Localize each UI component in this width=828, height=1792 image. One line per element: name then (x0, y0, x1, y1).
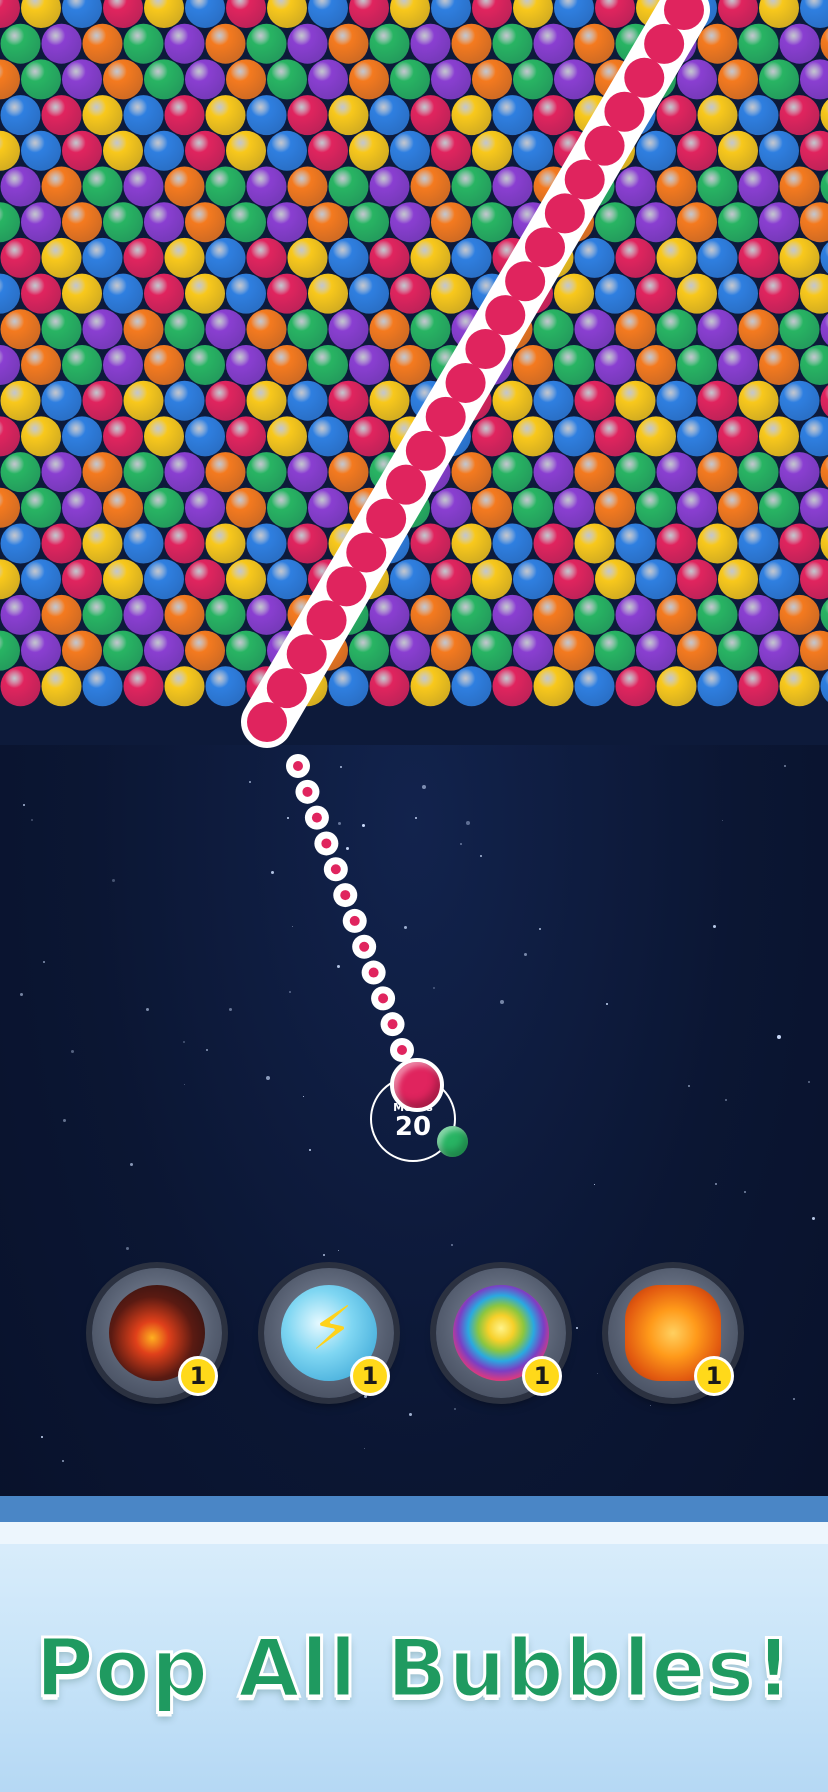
aim-dot-center (321, 838, 332, 849)
booster-count: 1 (522, 1356, 562, 1396)
aim-dot-center (349, 915, 360, 926)
aim-dot-center (302, 786, 313, 797)
star (364, 1448, 365, 1449)
booster-count: 1 (178, 1356, 218, 1396)
target-bubble (445, 362, 486, 403)
target-bubble (346, 532, 387, 573)
target-bubble (564, 159, 605, 200)
aim-dot-center (330, 864, 341, 875)
star (451, 1244, 453, 1246)
star (338, 1250, 339, 1251)
target-bubble (326, 566, 367, 607)
target-bubble (286, 634, 327, 675)
aim-dot-center (397, 1045, 407, 1055)
booster-lightning[interactable]: ⚡ 1 (264, 1268, 394, 1398)
star (454, 1408, 456, 1410)
target-bubble (247, 702, 287, 742)
booster-bomb[interactable]: 1 (92, 1268, 222, 1398)
target-bubble (306, 600, 347, 641)
star (41, 1436, 43, 1438)
star (744, 1191, 746, 1193)
star (309, 1149, 311, 1151)
aim-dot-center (368, 967, 379, 978)
star (793, 1398, 795, 1400)
star (576, 1327, 578, 1329)
star (715, 1183, 717, 1185)
target-bubble (485, 295, 526, 336)
booster-rainbow[interactable]: 1 (436, 1268, 566, 1398)
target-bubble (405, 430, 446, 471)
star (650, 1405, 651, 1406)
target-bubble (525, 227, 565, 268)
booster-fire[interactable]: 1 (608, 1268, 738, 1398)
aim-dot-center (293, 761, 303, 771)
target-bubble (624, 57, 665, 98)
target-bubble (366, 498, 407, 539)
star (409, 1413, 412, 1416)
target-bubble (584, 125, 625, 166)
aim-dot-center (340, 890, 351, 901)
banner-highlight (0, 1522, 828, 1544)
target-bubble (644, 23, 685, 64)
star (323, 1254, 325, 1256)
target-bubble (266, 668, 307, 709)
booster-count: 1 (694, 1356, 734, 1396)
star (62, 1460, 64, 1462)
star (126, 1247, 129, 1250)
aim-dot-center (378, 993, 389, 1004)
aim-trajectory (241, 0, 710, 1062)
booster-count: 1 (350, 1356, 390, 1396)
aim-dot-center (387, 1019, 398, 1030)
aim-dot-center (359, 941, 370, 952)
game-background: Moves 20 1 ⚡ 1 1 1 (0, 0, 828, 1496)
aim-dot-center (311, 812, 322, 823)
star (127, 1269, 128, 1270)
promo-headline: Pop All Bubbles! (34, 1621, 794, 1717)
target-bubble (604, 91, 645, 132)
target-bubble (425, 396, 466, 437)
next-bubble[interactable] (437, 1126, 468, 1157)
star (594, 1184, 595, 1185)
target-bubble (505, 261, 546, 302)
target-bubble (386, 464, 426, 505)
target-bubble (544, 193, 585, 234)
star (63, 1119, 66, 1122)
star (597, 1373, 598, 1374)
target-bubble (465, 329, 506, 370)
star (812, 1217, 815, 1220)
banner-stripe (0, 1496, 828, 1522)
star (130, 1163, 133, 1166)
current-bubble[interactable] (390, 1058, 444, 1112)
